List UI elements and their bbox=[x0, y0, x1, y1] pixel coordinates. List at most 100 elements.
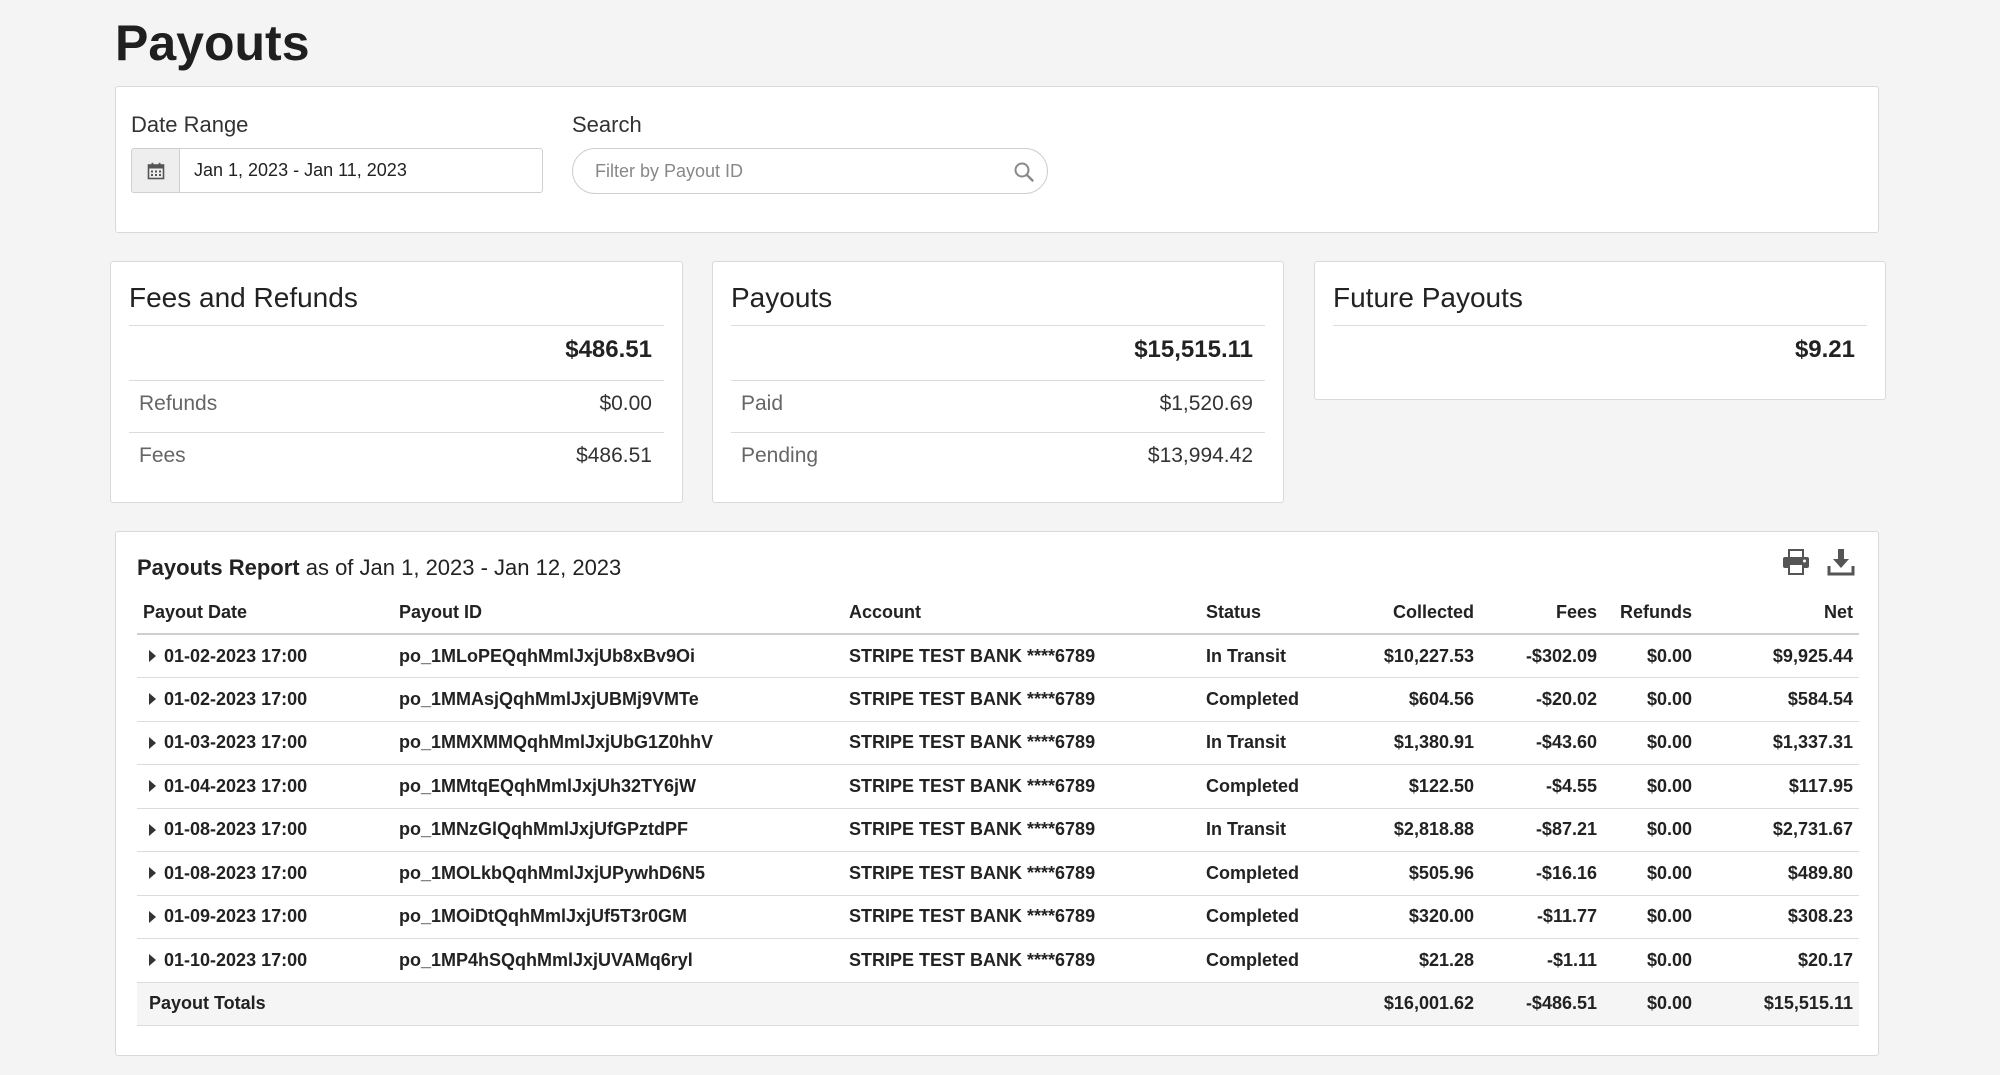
net: $1,337.31 bbox=[1698, 721, 1859, 765]
table-row[interactable]: 01-02-2023 17:00 po_1MMAsjQqhMmlJxjUBMj9… bbox=[137, 677, 1859, 722]
divider bbox=[1333, 325, 1867, 326]
status: Completed bbox=[1200, 764, 1340, 809]
payouts-report-table: Payout Date Payout ID Account Status Col… bbox=[137, 592, 1859, 1026]
report-title: Payouts Report bbox=[137, 555, 300, 580]
col-fees[interactable]: Fees bbox=[1480, 592, 1603, 635]
expand-caret-icon[interactable] bbox=[149, 867, 156, 879]
net: $489.80 bbox=[1698, 851, 1859, 896]
collected: $2,818.88 bbox=[1340, 808, 1480, 852]
search-icon[interactable] bbox=[1013, 161, 1035, 188]
table-row[interactable]: 01-10-2023 17:00 po_1MP4hSQqhMmlJxjUVAMq… bbox=[137, 938, 1859, 983]
account: STRIPE TEST BANK ****6789 bbox=[843, 634, 1200, 678]
account: STRIPE TEST BANK ****6789 bbox=[843, 677, 1200, 722]
status: Completed bbox=[1200, 677, 1340, 722]
search-label: Search bbox=[572, 112, 642, 137]
divider bbox=[731, 432, 1265, 433]
payout-date: 01-10-2023 17:00 bbox=[164, 949, 308, 970]
fees-refunds-total: $486.51 bbox=[565, 336, 652, 363]
payout-id: po_1MMAsjQqhMmlJxjUBMj9VMTe bbox=[393, 677, 843, 722]
refunds: $0.00 bbox=[1603, 895, 1698, 939]
status: Completed bbox=[1200, 938, 1340, 983]
date-range-value[interactable]: Jan 1, 2023 - Jan 11, 2023 bbox=[180, 149, 407, 192]
payouts-report-panel: Payouts Report as of Jan 1, 2023 - Jan 1… bbox=[115, 531, 1879, 1056]
payout-id: po_1MMtqEQqhMmlJxjUh32TY6jW bbox=[393, 764, 843, 809]
account: STRIPE TEST BANK ****6789 bbox=[843, 895, 1200, 939]
col-status[interactable]: Status bbox=[1200, 592, 1340, 635]
payout-id: po_1MP4hSQqhMmlJxjUVAMq6ryl bbox=[393, 938, 843, 983]
table-row[interactable]: 01-08-2023 17:00 po_1MOLkbQqhMmlJxjUPywh… bbox=[137, 851, 1859, 896]
expand-caret-icon[interactable] bbox=[149, 954, 156, 966]
date-range-picker[interactable]: Jan 1, 2023 - Jan 11, 2023 bbox=[131, 148, 543, 193]
payout-id: po_1MOLkbQqhMmlJxjUPywhD6N5 bbox=[393, 851, 843, 896]
download-icon[interactable] bbox=[1826, 547, 1856, 582]
col-account[interactable]: Account bbox=[843, 592, 1200, 635]
payout-date: 01-03-2023 17:00 bbox=[164, 732, 308, 753]
table-row[interactable]: 01-08-2023 17:00 po_1MNzGlQqhMmlJxjUfGPz… bbox=[137, 808, 1859, 852]
fees-value: $486.51 bbox=[576, 444, 652, 467]
refunds: $0.00 bbox=[1603, 634, 1698, 678]
search-input[interactable] bbox=[593, 149, 993, 193]
print-icon[interactable] bbox=[1781, 547, 1811, 582]
status: In Transit bbox=[1200, 634, 1340, 678]
date-range-label: Date Range bbox=[131, 112, 249, 137]
divider bbox=[129, 380, 664, 381]
empty-cell bbox=[1200, 982, 1340, 1026]
empty-cell bbox=[843, 982, 1200, 1026]
table-row[interactable]: 01-09-2023 17:00 po_1MOiDtQqhMmlJxjUf5T3… bbox=[137, 895, 1859, 939]
expand-caret-icon[interactable] bbox=[149, 649, 156, 662]
expand-caret-icon[interactable] bbox=[149, 693, 156, 705]
divider bbox=[129, 432, 664, 433]
refunds-label: Refunds bbox=[139, 392, 218, 415]
filters-panel: Date Range Jan 1, 2023 - Jan 11, 2023 Se… bbox=[115, 86, 1879, 233]
empty-cell bbox=[393, 982, 843, 1026]
payout-date: 01-08-2023 17:00 bbox=[164, 862, 308, 883]
net: $117.95 bbox=[1698, 764, 1859, 809]
card-title: Payouts bbox=[731, 282, 833, 313]
table-row[interactable]: 01-03-2023 17:00 po_1MMXMMQqhMmlJxjUbG1Z… bbox=[137, 721, 1859, 765]
col-refunds[interactable]: Refunds bbox=[1603, 592, 1698, 635]
col-net[interactable]: Net bbox=[1698, 592, 1859, 635]
net: $2,731.67 bbox=[1698, 808, 1859, 852]
collected: $10,227.53 bbox=[1340, 634, 1480, 678]
expand-caret-icon[interactable] bbox=[149, 910, 156, 923]
paid-value: $1,520.69 bbox=[1159, 392, 1253, 415]
collected: $21.28 bbox=[1340, 938, 1480, 983]
refunds: $0.00 bbox=[1603, 721, 1698, 765]
collected: $1,380.91 bbox=[1340, 721, 1480, 765]
payout-date: 01-04-2023 17:00 bbox=[164, 775, 308, 796]
fees: -$87.21 bbox=[1480, 808, 1603, 852]
collected: $505.96 bbox=[1340, 851, 1480, 896]
card-title: Fees and Refunds bbox=[129, 282, 358, 313]
search-box[interactable] bbox=[572, 148, 1048, 194]
payouts-total: $15,515.11 bbox=[1134, 336, 1253, 363]
account: STRIPE TEST BANK ****6789 bbox=[843, 721, 1200, 765]
divider bbox=[731, 325, 1265, 326]
status: In Transit bbox=[1200, 721, 1340, 765]
payout-date: 01-02-2023 17:00 bbox=[164, 645, 308, 666]
net: $308.23 bbox=[1698, 895, 1859, 939]
refunds: $0.00 bbox=[1603, 938, 1698, 983]
table-row[interactable]: 01-04-2023 17:00 po_1MMtqEQqhMmlJxjUh32T… bbox=[137, 764, 1859, 809]
fees: -$43.60 bbox=[1480, 721, 1603, 765]
col-payout-id[interactable]: Payout ID bbox=[393, 592, 843, 635]
payout-id: po_1MOiDtQqhMmlJxjUf5T3r0GM bbox=[393, 895, 843, 939]
expand-caret-icon[interactable] bbox=[149, 736, 156, 749]
future-payouts-card: Future Payouts $9.21 bbox=[1314, 261, 1886, 400]
expand-caret-icon[interactable] bbox=[149, 780, 156, 792]
net: $20.17 bbox=[1698, 938, 1859, 983]
totals-fees: -$486.51 bbox=[1480, 982, 1603, 1026]
col-payout-date[interactable]: Payout Date bbox=[137, 592, 393, 635]
expand-caret-icon[interactable] bbox=[149, 823, 156, 836]
calendar-icon[interactable] bbox=[132, 149, 180, 192]
totals-net: $15,515.11 bbox=[1698, 982, 1859, 1026]
fees: -$4.55 bbox=[1480, 764, 1603, 809]
account: STRIPE TEST BANK ****6789 bbox=[843, 938, 1200, 983]
report-subtitle: as of Jan 1, 2023 - Jan 12, 2023 bbox=[305, 555, 622, 580]
col-collected[interactable]: Collected bbox=[1340, 592, 1480, 635]
payouts-card: Payouts $15,515.11 Paid $1,520.69 Pendin… bbox=[712, 261, 1284, 503]
card-title: Future Payouts bbox=[1333, 282, 1523, 313]
fees: -$302.09 bbox=[1480, 634, 1603, 678]
collected: $320.00 bbox=[1340, 895, 1480, 939]
account: STRIPE TEST BANK ****6789 bbox=[843, 764, 1200, 809]
table-row[interactable]: 01-02-2023 17:00 po_1MLoPEQqhMmlJxjUb8xB… bbox=[137, 634, 1859, 678]
